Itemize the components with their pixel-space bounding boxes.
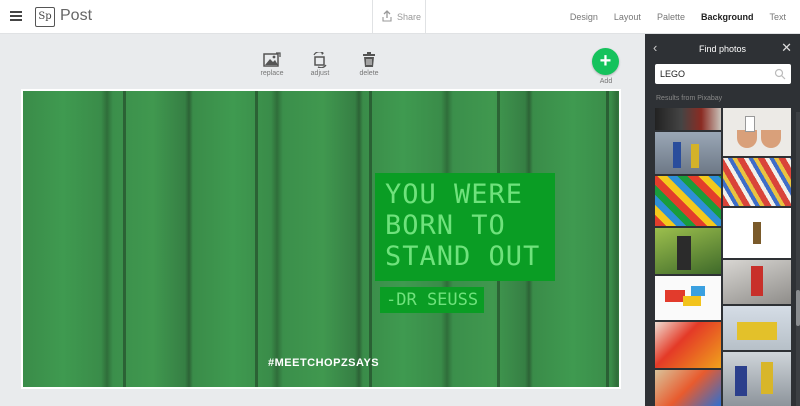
adjust-button[interactable]: adjust: [300, 52, 340, 77]
find-photos-panel: ‹ Find photos ✕ Results from Pixabay: [645, 34, 800, 406]
scrollbar-thumb[interactable]: [796, 290, 800, 326]
author-text: -DR SEUSS: [386, 290, 479, 310]
background-image[interactable]: YOU WERE BORN TO STAND OUT -DR SEUSS #ME…: [23, 91, 619, 387]
delete-button[interactable]: delete: [349, 52, 389, 77]
delete-label: delete: [359, 70, 379, 77]
search-input[interactable]: [655, 64, 765, 84]
top-tabs: Design Layout Palette Background Text: [570, 12, 786, 22]
photo-results-grid: [655, 108, 791, 406]
quote-text-box[interactable]: YOU WERE BORN TO STAND OUT: [375, 173, 555, 281]
tab-background[interactable]: Background: [701, 12, 754, 22]
tab-palette[interactable]: Palette: [657, 12, 685, 22]
photo-result[interactable]: [723, 208, 791, 258]
plus-icon: +: [599, 50, 612, 72]
trash-icon: [363, 52, 375, 67]
panel-header: ‹ Find photos ✕: [645, 34, 800, 62]
photo-result[interactable]: [723, 260, 791, 304]
wood-seam: [255, 91, 258, 387]
author-text-box[interactable]: -DR SEUSS: [380, 287, 485, 313]
design-canvas[interactable]: YOU WERE BORN TO STAND OUT -DR SEUSS #ME…: [21, 89, 621, 389]
tab-design[interactable]: Design: [570, 12, 598, 22]
photo-result[interactable]: [655, 370, 721, 406]
adjust-icon: [313, 52, 327, 68]
tab-layout[interactable]: Layout: [614, 12, 641, 22]
replace-image-icon: [263, 52, 281, 67]
search-icon: [774, 68, 786, 80]
photo-result[interactable]: [655, 108, 721, 130]
top-bar: Sp Post Share Design Layout Palette Back…: [0, 0, 800, 34]
photo-result[interactable]: [723, 352, 791, 406]
quote-line: STAND OUT: [385, 241, 541, 272]
add-button[interactable]: +: [592, 48, 619, 75]
app-name: Post: [60, 7, 93, 24]
wood-seam: [123, 91, 126, 387]
photo-result[interactable]: [655, 132, 721, 174]
wood-seam: [369, 91, 372, 387]
add-label: Add: [599, 78, 613, 85]
photo-result[interactable]: [655, 176, 721, 226]
photo-search[interactable]: [655, 64, 791, 84]
menu-icon[interactable]: [10, 11, 22, 21]
share-button[interactable]: Share: [372, 0, 426, 34]
replace-button[interactable]: replace: [252, 52, 292, 77]
results-source-label: Results from Pixabay: [656, 95, 723, 102]
panel-scrollbar[interactable]: [796, 112, 800, 406]
quote-line: BORN TO: [385, 210, 506, 241]
hashtag-text[interactable]: #MEETCHOPZSAYS: [268, 357, 379, 369]
app-logo[interactable]: Sp: [35, 7, 55, 27]
share-label: Share: [397, 12, 422, 22]
photo-result[interactable]: [723, 306, 791, 350]
wood-seam: [606, 91, 609, 387]
panel-title: Find photos: [698, 44, 747, 54]
tab-text[interactable]: Text: [769, 12, 786, 22]
share-icon: [382, 10, 392, 22]
adjust-label: adjust: [310, 70, 330, 77]
photo-result[interactable]: [655, 322, 721, 368]
replace-label: replace: [260, 70, 284, 77]
photo-result[interactable]: [655, 228, 721, 274]
quote-line: YOU WERE: [385, 179, 524, 210]
photo-result[interactable]: [723, 108, 791, 156]
photo-result[interactable]: [723, 158, 791, 206]
close-icon[interactable]: ✕: [781, 40, 792, 56]
photo-result[interactable]: [655, 276, 721, 320]
